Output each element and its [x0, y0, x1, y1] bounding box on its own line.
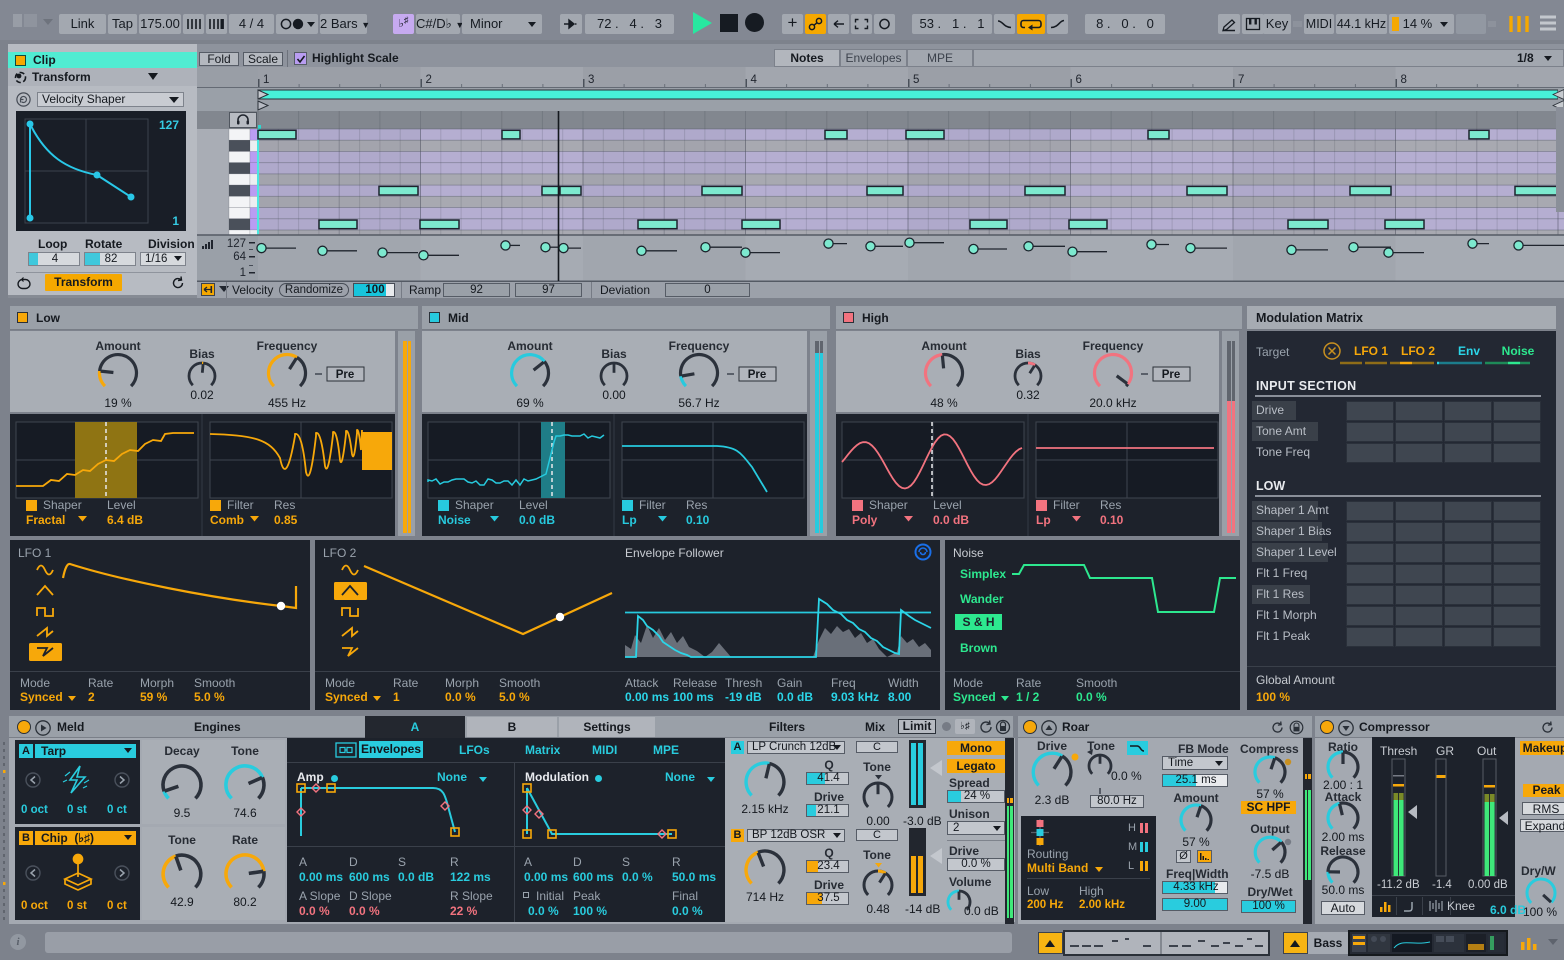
svg-text:0.85: 0.85 [274, 513, 298, 527]
svg-text:0.32: 0.32 [1016, 388, 1040, 402]
svg-text:0.10: 0.10 [686, 513, 710, 527]
svg-text:2.3 dB: 2.3 dB [1035, 793, 1070, 807]
svg-text:0.02: 0.02 [190, 388, 214, 402]
svg-text:Frequency: Frequency [257, 339, 318, 353]
svg-text:Bias: Bias [189, 347, 215, 361]
svg-text:2.00 ms: 2.00 ms [1322, 830, 1365, 844]
svg-text:Frequency: Frequency [1083, 339, 1144, 353]
svg-text:6: 6 [1076, 74, 1082, 86]
svg-text:64: 64 [233, 251, 246, 263]
svg-text:127: 127 [227, 238, 246, 250]
svg-text:74.6: 74.6 [233, 806, 257, 820]
svg-text:Level: Level [933, 498, 962, 512]
svg-text:Frequency: Frequency [669, 339, 730, 353]
svg-text:455 Hz: 455 Hz [268, 396, 306, 410]
svg-text:Res: Res [274, 498, 295, 512]
svg-text:4: 4 [751, 74, 758, 86]
svg-text:50.0 ms: 50.0 ms [1322, 883, 1365, 897]
svg-text:1: 1 [172, 214, 179, 228]
svg-text:2.15 kHz: 2.15 kHz [741, 802, 788, 816]
svg-text:Lp: Lp [622, 513, 637, 527]
svg-text:6.4 dB: 6.4 dB [107, 513, 143, 527]
svg-text:Ratio: Ratio [1328, 740, 1358, 754]
svg-text:Tone: Tone [231, 744, 259, 758]
svg-text:1: 1 [263, 74, 269, 86]
svg-text:Bias: Bias [1015, 347, 1041, 361]
svg-text:42.9: 42.9 [170, 895, 194, 909]
svg-text:56.7 Hz: 56.7 Hz [678, 396, 719, 410]
svg-text:Comb: Comb [210, 513, 244, 527]
svg-text:Level: Level [107, 498, 136, 512]
svg-text:48 %: 48 % [930, 396, 958, 410]
svg-text:Shaper: Shaper [43, 498, 82, 512]
svg-text:Bias: Bias [601, 347, 627, 361]
svg-text:69 %: 69 % [516, 396, 544, 410]
svg-text:Res: Res [1100, 498, 1121, 512]
svg-text:Pre: Pre [1162, 369, 1181, 381]
svg-text:1: 1 [240, 267, 246, 279]
svg-text:0.10: 0.10 [1100, 513, 1124, 527]
svg-text:Shaper: Shaper [455, 498, 494, 512]
svg-text:9.5: 9.5 [174, 806, 191, 820]
svg-text:Filter: Filter [639, 498, 666, 512]
svg-text:Amount: Amount [95, 339, 140, 353]
svg-text:Drive: Drive [1037, 739, 1067, 753]
svg-text:19 %: 19 % [104, 396, 132, 410]
svg-text:0.00: 0.00 [602, 388, 626, 402]
svg-text:Poly: Poly [852, 513, 878, 527]
svg-text:0.0 dB: 0.0 dB [519, 513, 555, 527]
svg-text:3: 3 [588, 74, 594, 86]
svg-text:Fractal: Fractal [26, 513, 65, 527]
svg-text:Filter: Filter [227, 498, 254, 512]
svg-text:Amount: Amount [507, 339, 552, 353]
svg-text:Rate: Rate [232, 833, 258, 847]
svg-text:20.0 kHz: 20.0 kHz [1089, 396, 1136, 410]
svg-text:Tone: Tone [168, 833, 196, 847]
svg-text:Level: Level [519, 498, 548, 512]
svg-text:8: 8 [1401, 74, 1407, 86]
svg-text:Lp: Lp [1036, 513, 1051, 527]
svg-text:127: 127 [159, 118, 179, 132]
svg-text:0.0 %: 0.0 % [1111, 769, 1142, 783]
svg-text:Pre: Pre [748, 369, 767, 381]
svg-text:2: 2 [426, 74, 432, 86]
svg-text:Decay: Decay [164, 744, 200, 758]
svg-text:Res: Res [686, 498, 707, 512]
svg-text:0.0 dB: 0.0 dB [933, 513, 969, 527]
svg-text:714 Hz: 714 Hz [746, 890, 784, 904]
svg-text:Pre: Pre [336, 369, 355, 381]
svg-text:Filter: Filter [1053, 498, 1080, 512]
svg-text:7: 7 [1238, 74, 1244, 86]
svg-text:Amount: Amount [921, 339, 966, 353]
svg-text:Noise: Noise [438, 513, 471, 527]
svg-text:Shaper: Shaper [869, 498, 908, 512]
svg-text:80.2: 80.2 [233, 895, 257, 909]
svg-text:5: 5 [913, 74, 919, 86]
